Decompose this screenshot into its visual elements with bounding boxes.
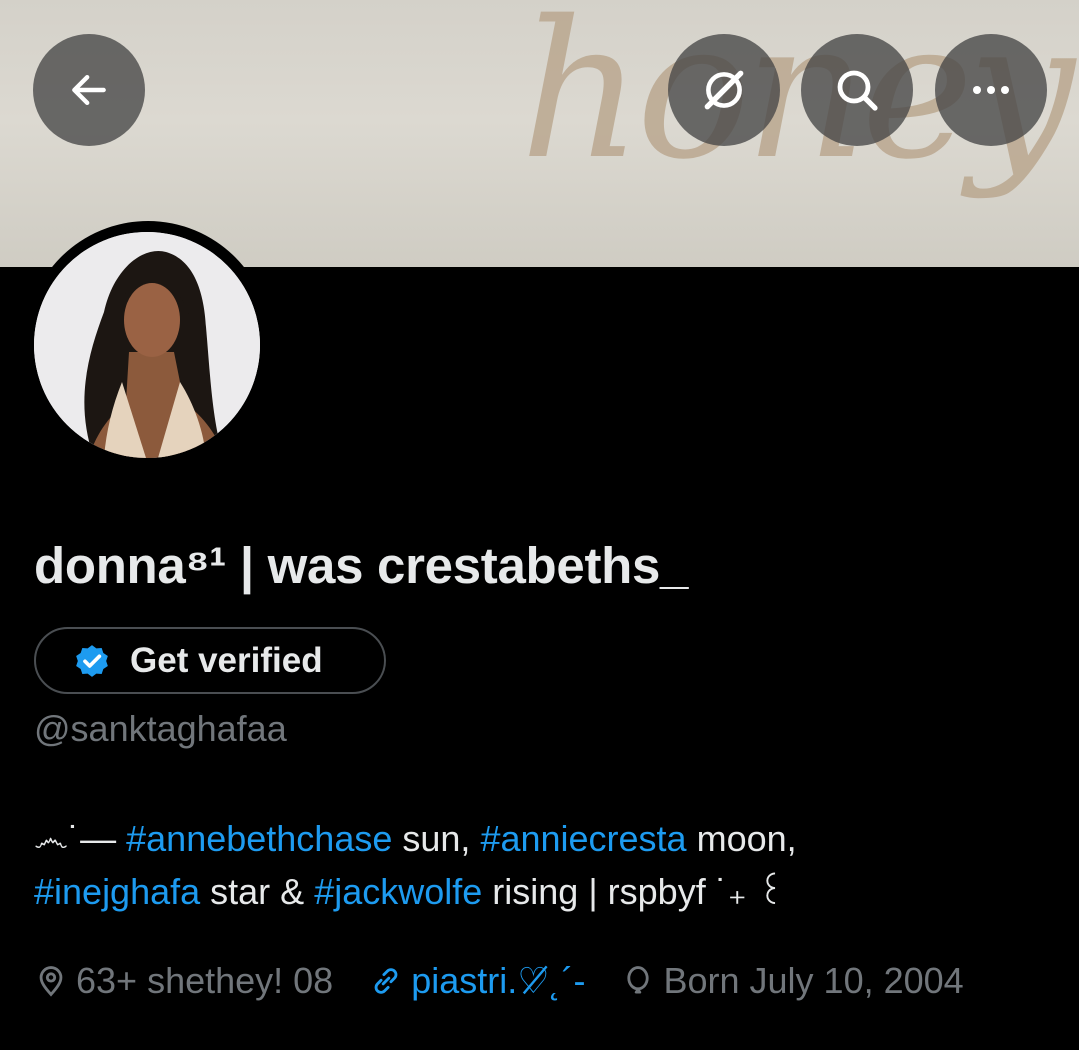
arrow-left-icon bbox=[72, 74, 106, 106]
bio-text: rising | rspbyf ˙₊ ꒰ bbox=[482, 871, 785, 912]
birthday-item: Born July 10, 2004 bbox=[621, 960, 964, 1002]
hashtag-link[interactable]: #jackwolfe bbox=[314, 871, 482, 912]
search-icon bbox=[837, 70, 878, 111]
link-icon bbox=[374, 968, 398, 994]
more-horizontal-icon bbox=[973, 86, 1009, 94]
user-handle: @sanktaghafaa bbox=[34, 708, 287, 749]
get-verified-label: Get verified bbox=[130, 640, 323, 680]
bio-text: star & bbox=[200, 871, 315, 912]
avatar-image bbox=[34, 232, 260, 458]
hashtag-link[interactable]: #anniecresta bbox=[480, 818, 686, 859]
grok-icon bbox=[704, 70, 744, 110]
bio-text: sun, bbox=[392, 818, 481, 859]
more-button[interactable] bbox=[935, 34, 1047, 146]
get-verified-button[interactable]: Get verified bbox=[34, 627, 386, 694]
profile-bio: ෴˙— #annebethchase sun, #anniecresta moo… bbox=[34, 812, 1054, 918]
website-item[interactable]: piastri.♡̸˛´- bbox=[369, 960, 585, 1002]
location-pin-icon bbox=[39, 966, 63, 997]
back-button[interactable] bbox=[33, 34, 145, 146]
profile-meta: 63+ shethey! 08 piastri.♡̸˛´- Born July … bbox=[34, 960, 1000, 1002]
hashtag-link[interactable]: #inejghafa bbox=[34, 871, 200, 912]
birthday-text: Born July 10, 2004 bbox=[663, 960, 964, 1001]
search-button[interactable] bbox=[801, 34, 913, 146]
location-text: 63+ shethey! 08 bbox=[76, 960, 334, 1001]
display-name: donna⁸¹ | was crestabeths_ bbox=[34, 537, 689, 594]
grok-button[interactable] bbox=[668, 34, 780, 146]
avatar[interactable] bbox=[34, 232, 260, 458]
balloon-icon bbox=[627, 966, 650, 994]
hashtag-link[interactable]: #annebethchase bbox=[126, 818, 392, 859]
profile-page: honey donna⁸¹ | was crestabeths_ Get ver… bbox=[0, 0, 1079, 1050]
website-link[interactable]: piastri.♡̸˛´- bbox=[411, 960, 585, 1002]
location-item: 63+ shethey! 08 bbox=[34, 960, 333, 1002]
verified-badge-icon bbox=[76, 644, 108, 677]
bio-text: moon, bbox=[686, 818, 797, 859]
bio-prefix: ෴˙— bbox=[34, 818, 127, 859]
